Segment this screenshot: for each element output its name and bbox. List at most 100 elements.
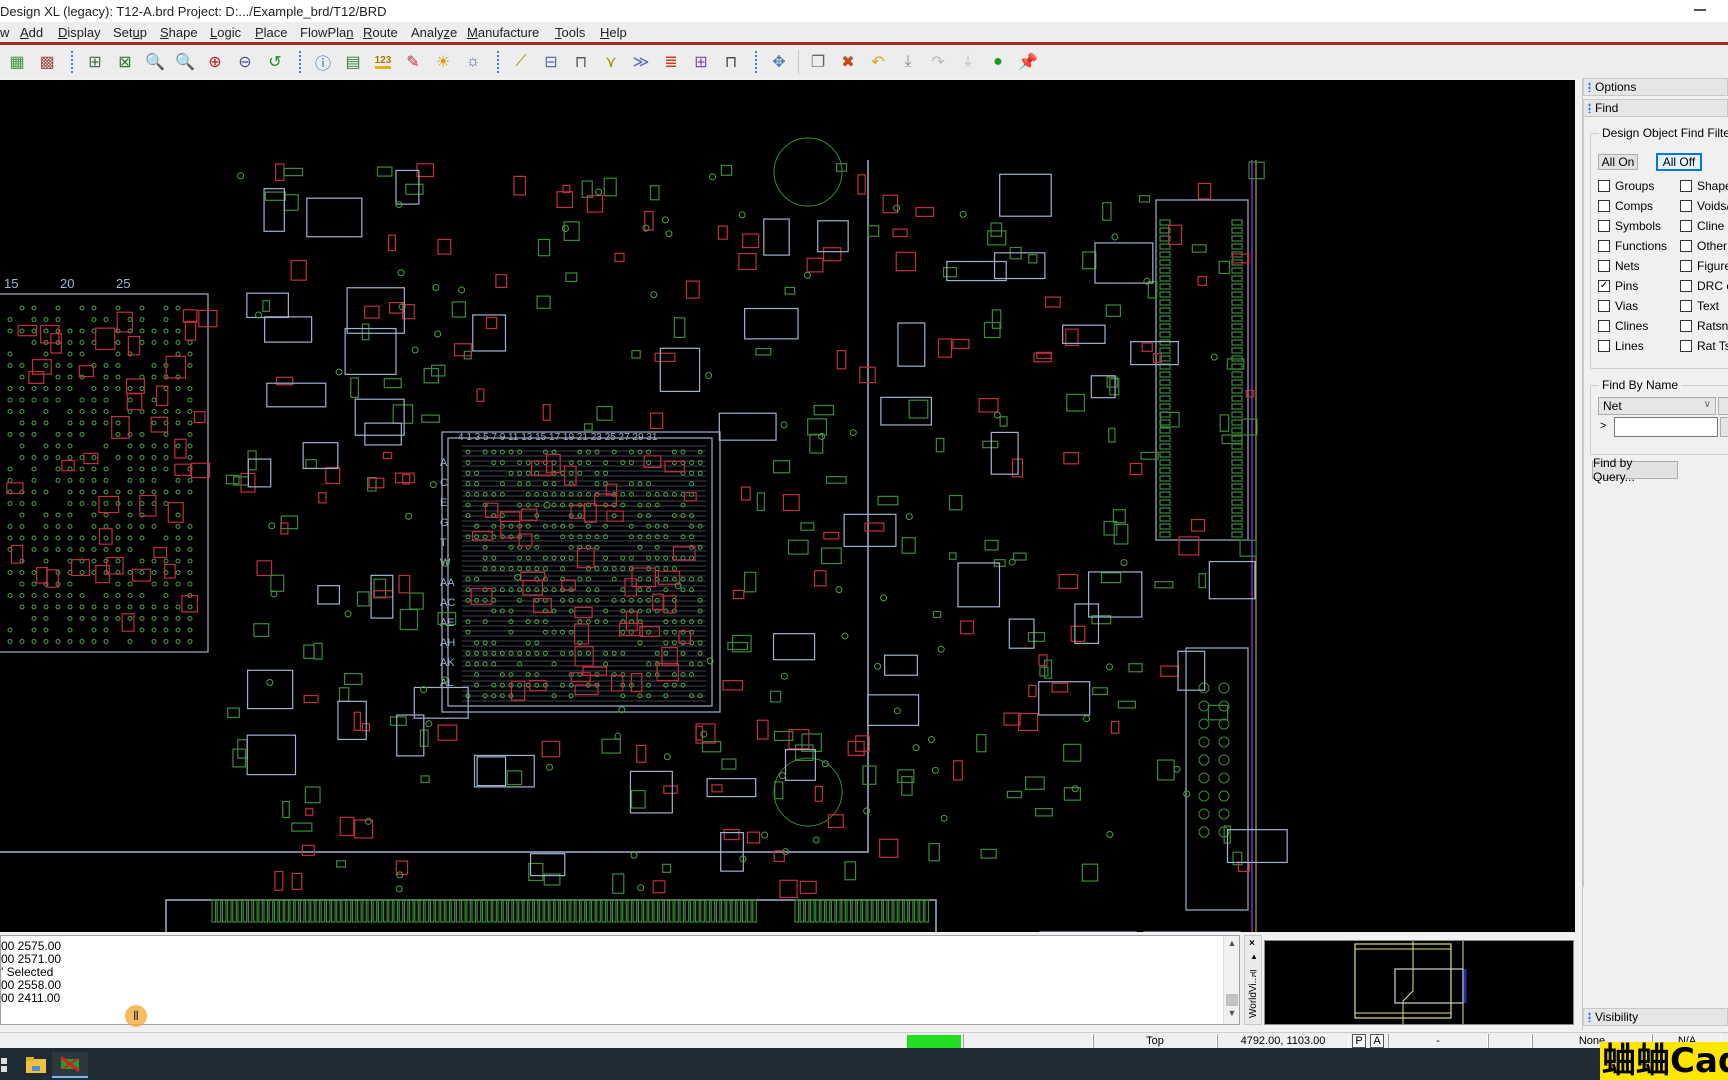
menu-analyze[interactable]: Analyze xyxy=(411,25,457,40)
all-off-button[interactable]: All Off xyxy=(1656,153,1702,171)
view-window[interactable] xyxy=(1394,968,1464,1004)
menu-flowplan[interactable]: FlowPlan xyxy=(300,25,353,40)
command-console[interactable]: 00 2575.00 00 2571.00 ' Selected 00 2558.00… xyxy=(0,935,1240,1025)
layer-visibility-button[interactable]: ▩ xyxy=(34,49,60,75)
scroll-down-icon[interactable]: ▼ xyxy=(1224,1008,1240,1022)
checkbox-icon[interactable] xyxy=(1598,200,1610,212)
filter-clines-checkbox[interactable]: Clines xyxy=(1598,319,1648,333)
shadow-mode-button[interactable]: ☀ xyxy=(430,49,456,75)
filter-cline-segs-checkbox[interactable]: Cline segs xyxy=(1680,219,1728,233)
spread-button[interactable]: ⊞ xyxy=(688,49,714,75)
pcb-drawing[interactable]: ACEGTWAAACAEAHAKAL4 1 3 5 7 9 11 13 15 1… xyxy=(0,80,1575,932)
toolbar-grip[interactable] xyxy=(70,49,74,74)
pin-button[interactable]: 📌 xyxy=(1015,49,1041,75)
options-panel-header[interactable]: Options xyxy=(1583,78,1728,96)
filter-ratsnests-checkbox[interactable]: Ratsnests xyxy=(1680,319,1728,333)
undo-button[interactable]: ↶ xyxy=(865,49,891,75)
scroll-thumb[interactable] xyxy=(1226,994,1238,1006)
checkbox-icon[interactable] xyxy=(1598,220,1610,232)
filter-nets-checkbox[interactable]: Nets xyxy=(1598,259,1640,273)
pcb-editor-taskbar-button[interactable] xyxy=(52,1052,88,1078)
minimize-button[interactable] xyxy=(1690,2,1710,18)
undo-down-button[interactable]: ⤓ xyxy=(895,49,921,75)
find-by-name-more-button[interactable] xyxy=(1718,397,1728,415)
a-toggle[interactable]: A xyxy=(1370,1034,1384,1048)
zoom-window-button[interactable]: ⊞ xyxy=(82,49,108,75)
copy-button[interactable]: ❐ xyxy=(805,49,831,75)
bus-route-button[interactable]: ≣ xyxy=(658,49,684,75)
filter-figures-checkbox[interactable]: Figures xyxy=(1680,259,1728,273)
checkbox-icon[interactable] xyxy=(1598,240,1610,252)
comment-button[interactable]: ● xyxy=(985,49,1011,75)
visibility-panel-header[interactable]: Visibility xyxy=(1583,1008,1728,1026)
console-scrollbar[interactable]: ▲ ▼ xyxy=(1223,936,1239,1024)
zoom-selection-button[interactable]: 🔍 xyxy=(172,49,198,75)
find-by-query-button[interactable]: Find by Query... xyxy=(1592,456,1678,484)
checkbox-icon[interactable] xyxy=(1598,260,1610,272)
measure-button[interactable]: 123 xyxy=(370,49,396,75)
highlight-button[interactable]: ✎ xyxy=(400,49,426,75)
all-on-button[interactable]: All On xyxy=(1598,154,1638,170)
filter-shapes-checkbox[interactable]: Shapes xyxy=(1680,179,1728,193)
add-connect-button[interactable]: ⟋ xyxy=(508,49,534,75)
filter-comps-checkbox[interactable]: Comps xyxy=(1598,199,1653,213)
move-button[interactable]: ✥ xyxy=(766,49,792,75)
menu-w[interactable]: w xyxy=(0,25,9,40)
menu-help[interactable]: Help xyxy=(600,25,627,40)
filter-voids-cavities-checkbox[interactable]: Voids/Cavities xyxy=(1680,199,1728,213)
zoom-fit-button[interactable]: 🔍 xyxy=(142,49,168,75)
menu-route[interactable]: Route xyxy=(363,25,398,40)
worldview-panel[interactable] xyxy=(1264,940,1574,1025)
filter-other-segs-checkbox[interactable]: Other segs xyxy=(1680,239,1728,253)
filter-text-checkbox[interactable]: Text xyxy=(1680,299,1719,313)
redo-down-button[interactable]: ⤓ xyxy=(955,49,981,75)
info-button[interactable]: ⓘ xyxy=(310,49,336,75)
zoom-grid-button[interactable]: ⊠ xyxy=(112,49,138,75)
find-by-name-type-select[interactable]: Net ∨ xyxy=(1598,397,1716,415)
menu-display[interactable]: Display xyxy=(58,25,101,40)
checkbox-icon[interactable] xyxy=(1680,260,1692,272)
delay-tune-button[interactable]: ⊓ xyxy=(568,49,594,75)
checkbox-icon[interactable] xyxy=(1680,180,1692,192)
checkbox-icon[interactable] xyxy=(1680,220,1692,232)
checkbox-icon[interactable] xyxy=(1598,300,1610,312)
fanout-button[interactable]: ⋎ xyxy=(598,49,624,75)
menu-add[interactable]: Add xyxy=(20,25,43,40)
scroll-up-icon[interactable]: ▲ xyxy=(1224,938,1240,952)
filter-drc-errors-checkbox[interactable]: DRC errors xyxy=(1680,279,1728,293)
menu-tools[interactable]: Tools xyxy=(555,25,585,40)
slide-button[interactable]: ⊟ xyxy=(538,49,564,75)
checkbox-icon[interactable] xyxy=(1680,300,1692,312)
checkbox-icon[interactable] xyxy=(1680,200,1692,212)
zoom-previous-button[interactable]: ↺ xyxy=(262,49,288,75)
checkbox-icon[interactable] xyxy=(1598,180,1610,192)
checkbox-icon[interactable] xyxy=(1680,320,1692,332)
menu-shape[interactable]: Shape xyxy=(160,25,198,40)
checkbox-icon[interactable] xyxy=(1598,320,1610,332)
file-explorer-taskbar-button[interactable] xyxy=(18,1052,54,1078)
tune-button[interactable]: ⊓ xyxy=(718,49,744,75)
zoom-in-button[interactable]: ⊕ xyxy=(202,49,228,75)
arrow-icon[interactable]: ▲ xyxy=(1250,952,1258,961)
menu-logic[interactable]: Logic xyxy=(210,25,241,40)
start-icon[interactable] xyxy=(0,1052,18,1078)
checkbox-icon[interactable] xyxy=(1598,340,1610,352)
find-panel-header[interactable]: Find xyxy=(1583,99,1728,117)
zoom-out-button[interactable]: ⊖ xyxy=(232,49,258,75)
find-by-name-input[interactable] xyxy=(1614,417,1718,437)
properties-button[interactable]: ▤ xyxy=(340,49,366,75)
close-icon[interactable]: × xyxy=(1249,938,1255,949)
filter-functions-checkbox[interactable]: Functions xyxy=(1598,239,1667,253)
filter-symbols-checkbox[interactable]: Symbols xyxy=(1598,219,1661,233)
checkbox-icon[interactable] xyxy=(1680,340,1692,352)
find-by-name-more-button-2[interactable] xyxy=(1720,417,1728,437)
p-toggle[interactable]: P xyxy=(1352,1034,1366,1048)
dehighlight-button[interactable]: ☼ xyxy=(460,49,486,75)
filter-rat-ts-checkbox[interactable]: Rat Ts xyxy=(1680,339,1728,353)
checkmark-icon[interactable]: ✓ xyxy=(1598,280,1610,292)
delete-button[interactable]: ✖ xyxy=(835,49,861,75)
filter-pins-checkbox[interactable]: ✓ Pins xyxy=(1598,279,1638,293)
color-layers-button[interactable]: ▦ xyxy=(4,49,30,75)
toolbar-grip[interactable] xyxy=(754,49,758,74)
checkbox-icon[interactable] xyxy=(1680,280,1692,292)
